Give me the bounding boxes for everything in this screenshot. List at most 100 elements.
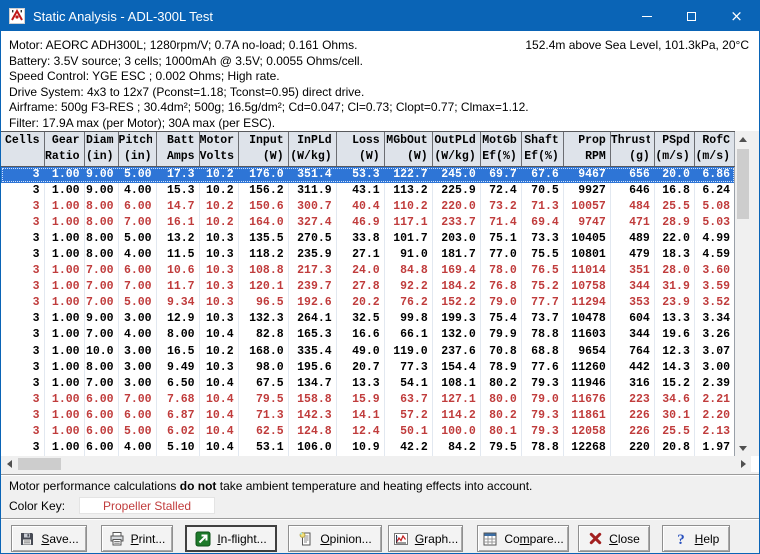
table-row[interactable]: 31.007.005.009.3410.396.5192.620.276.215… [1, 295, 735, 311]
table-row[interactable]: 31.008.005.0013.210.3135.5270.533.8101.7… [1, 231, 735, 247]
close-label: Close [609, 532, 640, 546]
table-cell: 7.00 [118, 392, 156, 408]
static-analysis-window: Static Analysis - ADL-300L Test × Motor:… [0, 0, 760, 554]
table-cell: 10057 [563, 199, 610, 215]
column-header[interactable]: RofC(m/s) [694, 132, 734, 167]
table-cell: 28.0 [654, 263, 694, 279]
print-label: Print... [131, 532, 166, 546]
column-header[interactable]: Input(W) [238, 132, 288, 167]
table-row[interactable]: 31.007.007.0011.710.3120.1239.727.892.21… [1, 279, 735, 295]
print-icon [109, 531, 125, 547]
table-row[interactable]: 31.008.003.009.4910.398.0195.620.777.315… [1, 360, 735, 376]
column-header[interactable]: GearRatio [44, 132, 84, 167]
vertical-scrollbar[interactable] [735, 131, 751, 456]
table-cell: 79.3 [521, 408, 563, 424]
column-header[interactable]: Diam(in) [84, 132, 118, 167]
column-header[interactable]: OutPLd(W/kg) [432, 132, 480, 167]
table-cell: 220 [610, 440, 654, 456]
help-button[interactable]: ? Help [662, 525, 730, 552]
close-button[interactable]: Close [578, 525, 650, 552]
table-cell: 71.3 [238, 408, 288, 424]
save-button[interactable]: Save... [11, 525, 87, 552]
table-cell: 484 [610, 199, 654, 215]
table-cell: 20.2 [336, 295, 384, 311]
graph-button[interactable]: Graph... [388, 525, 463, 552]
column-header[interactable]: Thrust(g) [610, 132, 654, 167]
table-row[interactable]: 31.006.007.007.6810.479.5158.815.963.712… [1, 392, 735, 408]
table-cell: 10.3 [199, 231, 238, 247]
table-cell: 78.9 [480, 360, 521, 376]
scroll-left-button[interactable] [1, 456, 17, 472]
table-cell: 13.3 [336, 376, 384, 392]
table-cell: 84.8 [384, 263, 432, 279]
save-icon [19, 531, 35, 547]
scroll-down-button[interactable] [735, 440, 751, 456]
table-row[interactable]: 31.0010.03.0016.510.2168.0335.449.0119.0… [1, 344, 735, 360]
table-cell: 5.00 [118, 295, 156, 311]
column-header[interactable]: Pitch(in) [118, 132, 156, 167]
horizontal-scrollbar[interactable] [1, 456, 751, 472]
table-cell: 127.1 [432, 392, 480, 408]
table-row[interactable]: 31.006.004.005.1010.453.1106.010.942.284… [1, 440, 735, 456]
print-button[interactable]: Print... [101, 525, 173, 552]
table-cell: 10478 [563, 311, 610, 327]
maximize-button[interactable] [669, 1, 714, 31]
column-header[interactable]: Cells [1, 132, 44, 167]
table-cell: 70.8 [480, 344, 521, 360]
table-cell: 10.4 [199, 392, 238, 408]
save-label: Save... [41, 532, 78, 546]
table-row[interactable]: 31.009.004.0015.310.2156.2311.943.1113.2… [1, 183, 735, 199]
table-cell: 22.0 [654, 231, 694, 247]
column-header[interactable]: MotGbEf(%) [480, 132, 521, 167]
table-row[interactable]: 31.009.005.0017.310.2176.0351.453.3122.7… [1, 167, 735, 184]
opinion-label: Opinion... [320, 532, 371, 546]
column-header[interactable]: ShaftEf(%) [521, 132, 563, 167]
compare-button[interactable]: Compare... [477, 525, 569, 552]
table-cell: 4.00 [118, 440, 156, 456]
table-row[interactable]: 31.008.007.0016.110.2164.0327.446.9117.1… [1, 215, 735, 231]
column-header[interactable]: PropRPM [563, 132, 610, 167]
left-arrow-icon [7, 460, 12, 468]
scroll-up-button[interactable] [735, 131, 751, 147]
column-header[interactable]: MGbOut(W) [384, 132, 432, 167]
vertical-scroll-thumb[interactable] [737, 149, 749, 219]
table-cell: 27.8 [336, 279, 384, 295]
table-cell: 19.6 [654, 327, 694, 343]
scroll-right-button[interactable] [735, 456, 751, 472]
table-cell: 10.2 [199, 344, 238, 360]
table-cell: 99.8 [384, 311, 432, 327]
table-cell: 124.8 [288, 424, 336, 440]
table-row[interactable]: 31.009.003.0012.910.3132.3264.132.599.81… [1, 311, 735, 327]
table-cell: 3 [1, 167, 44, 184]
table-cell: 6.00 [84, 440, 118, 456]
airframe-line: Airframe: 500g F3-RES ; 30.4dm²; 500g; 1… [9, 100, 751, 116]
close-window-button[interactable]: × [714, 1, 759, 31]
table-row[interactable]: 31.006.006.006.8710.471.3142.314.157.211… [1, 408, 735, 424]
column-header[interactable]: BattAmps [156, 132, 199, 167]
table-cell: 192.6 [288, 295, 336, 311]
table-row[interactable]: 31.007.006.0010.610.3108.8217.324.084.81… [1, 263, 735, 279]
table-row[interactable]: 31.008.004.0011.510.3118.2235.927.191.01… [1, 247, 735, 263]
table-cell: 344 [610, 327, 654, 343]
table-cell: 2.20 [694, 408, 734, 424]
in-flight-button[interactable]: In-flight... [185, 525, 277, 552]
table-row[interactable]: 31.008.006.0014.710.2150.6300.740.4110.2… [1, 199, 735, 215]
table-cell: 245.0 [432, 167, 480, 184]
table-cell: 3 [1, 392, 44, 408]
table-cell: 100.0 [432, 424, 480, 440]
column-header[interactable]: InPLd(W/kg) [288, 132, 336, 167]
table-cell: 1.97 [694, 440, 734, 456]
column-header[interactable]: Loss(W) [336, 132, 384, 167]
table-cell: 6.00 [118, 263, 156, 279]
table-row[interactable]: 31.006.005.006.0210.462.5124.812.450.110… [1, 424, 735, 440]
minimize-button[interactable] [624, 1, 669, 31]
column-header[interactable]: PSpd(m/s) [654, 132, 694, 167]
table-row[interactable]: 31.007.003.006.5010.467.5134.713.354.110… [1, 376, 735, 392]
horizontal-scroll-thumb[interactable] [18, 458, 61, 470]
column-header[interactable]: MotorVolts [199, 132, 238, 167]
opinion-button[interactable]: Opinion... [288, 525, 382, 552]
table-cell: 11.5 [156, 247, 199, 263]
table-cell: 54.1 [384, 376, 432, 392]
table-row[interactable]: 31.007.004.008.0010.482.8165.316.666.113… [1, 327, 735, 343]
compare-icon [482, 531, 498, 547]
